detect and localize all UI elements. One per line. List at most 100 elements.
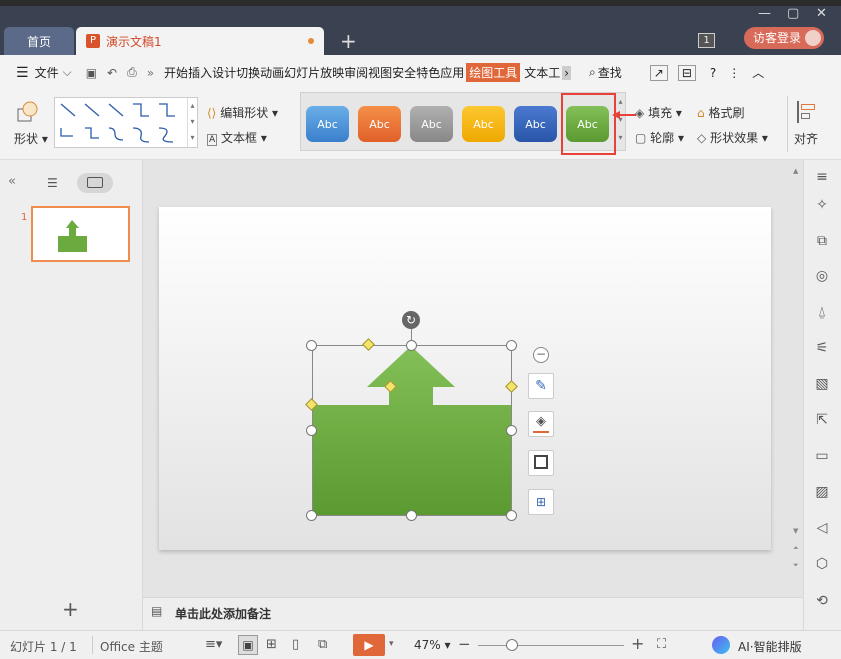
window-count-badge[interactable]: 1: [698, 33, 715, 48]
format-painter-button[interactable]: ⌂ 格式刷: [697, 104, 744, 121]
gallery-scroll-icon[interactable]: ▴ ▾ ▾: [187, 98, 197, 147]
search-label[interactable]: 查找: [598, 64, 622, 81]
collapse-panel-icon[interactable]: «: [8, 174, 16, 189]
shapes-icon[interactable]: ◎: [813, 267, 831, 285]
align-button[interactable]: 对齐: [794, 130, 818, 147]
print-icon[interactable]: ⎙: [127, 65, 137, 80]
collapse-ribbon-icon[interactable]: ︿: [752, 64, 764, 81]
scroll-up-icon[interactable]: ▲: [793, 167, 802, 175]
play-options-icon[interactable]: ▾: [389, 639, 394, 649]
prev-slide-icon[interactable]: ⏶: [793, 544, 799, 553]
archive-icon[interactable]: ▭: [813, 447, 831, 465]
style-dark-blue[interactable]: Abc: [514, 106, 557, 142]
fill-button[interactable]: ◈ 填充 ▾: [635, 104, 682, 121]
fit-window-icon[interactable]: ⛶: [657, 637, 666, 652]
float-fill-button[interactable]: ◈: [528, 411, 554, 437]
tab-home[interactable]: 首页: [4, 27, 74, 55]
shield-icon[interactable]: ⬡: [813, 555, 831, 573]
ai-layout-button[interactable]: AI·智能排版: [738, 638, 802, 655]
collaborate-icon[interactable]: ⊟: [677, 64, 696, 81]
text-box-button[interactable]: A 文本框 ▾: [207, 129, 267, 146]
style-blue[interactable]: Abc: [306, 106, 349, 142]
style-gray[interactable]: Abc: [410, 106, 453, 142]
scroll-down-icon[interactable]: ▼: [793, 527, 798, 535]
resize-handle-sw[interactable]: [306, 510, 317, 521]
menu-tab-slideshow[interactable]: 幻灯片放映: [284, 64, 344, 81]
zoom-in-icon[interactable]: +: [631, 634, 644, 653]
shape-button[interactable]: 形状 ▾: [14, 130, 48, 147]
audio-icon[interactable]: ◁: [813, 519, 831, 537]
zoom-slider[interactable]: [478, 639, 624, 651]
play-slideshow-icon[interactable]: ▶: [353, 634, 385, 656]
resize-handle-se[interactable]: [506, 510, 517, 521]
shapes-gallery[interactable]: ▴ ▾ ▾: [54, 97, 198, 148]
new-tab-plus-icon[interactable]: +: [340, 29, 357, 53]
style-scroll-icon[interactable]: ▴ ▾ ▾: [615, 93, 625, 150]
normal-view-icon[interactable]: ▣: [238, 635, 258, 655]
zoom-slider-thumb[interactable]: [506, 639, 518, 651]
more-quick-icon[interactable]: »: [147, 66, 154, 80]
menu-scroll-right-icon[interactable]: ›: [562, 65, 572, 80]
magic-icon[interactable]: ✧: [813, 196, 831, 214]
resize-handle-nw[interactable]: [306, 340, 317, 351]
zoom-out-icon[interactable]: −: [458, 635, 471, 653]
menu-tab-insert[interactable]: 插入: [188, 64, 212, 81]
menu-tab-view[interactable]: 视图: [368, 64, 392, 81]
menu-tab-features[interactable]: 特色应用: [416, 64, 464, 81]
reading-view-icon[interactable]: ▯: [292, 637, 299, 652]
outline-view-icon[interactable]: ☰: [47, 176, 58, 190]
resize-handle-ne[interactable]: [506, 340, 517, 351]
login-button[interactable]: 访客登录: [744, 27, 824, 49]
outline-button[interactable]: ▢ 轮廓 ▾: [635, 129, 684, 146]
menu-tab-review[interactable]: 审阅: [344, 64, 368, 81]
notes-bar[interactable]: ▤ 单击此处添加备注: [143, 597, 803, 630]
vertical-scrollbar[interactable]: ▲ ▼ ⏶ ⏷: [793, 167, 802, 627]
menu-file[interactable]: 文件: [35, 64, 59, 81]
maximize-icon[interactable]: ▢: [787, 6, 799, 21]
menu-tab-animation[interactable]: 动画: [260, 64, 284, 81]
style-yellow[interactable]: Abc: [462, 106, 505, 142]
resize-handle-e[interactable]: [506, 425, 517, 436]
properties-icon[interactable]: ⚟: [813, 339, 831, 357]
history-icon[interactable]: ⟲: [813, 592, 831, 610]
help-icon[interactable]: ?: [710, 66, 716, 80]
slide-thumbnail[interactable]: [31, 206, 130, 262]
minimize-icon[interactable]: —: [758, 6, 771, 21]
resize-handle-n[interactable]: [406, 340, 417, 351]
shape-tool-icon[interactable]: [16, 100, 40, 124]
search-icon[interactable]: ⌕: [589, 65, 596, 80]
share-icon[interactable]: ↗: [649, 64, 668, 81]
edit-shape-button[interactable]: ⟨⟩ 编辑形状 ▾: [207, 104, 278, 121]
style-orange[interactable]: Abc: [358, 106, 401, 142]
picture-icon[interactable]: ▧: [813, 375, 831, 393]
slides-view-toggle[interactable]: [77, 173, 113, 193]
hamburger-menu-icon[interactable]: ☰: [16, 65, 29, 81]
float-style-button[interactable]: ✎: [528, 373, 554, 399]
chevron-down-icon[interactable]: ⌵: [63, 65, 72, 80]
collapse-float-icon[interactable]: −: [533, 347, 549, 363]
float-outline-button[interactable]: [528, 450, 554, 476]
notes-toggle-icon[interactable]: ≡▾: [205, 637, 222, 652]
menu-tab-home[interactable]: 开始: [164, 64, 188, 81]
menu-tab-transition[interactable]: 切换: [236, 64, 260, 81]
float-more-button[interactable]: ⊞: [528, 489, 554, 515]
save-icon[interactable]: ▣: [86, 66, 97, 80]
presenter-view-icon[interactable]: ⧉: [318, 637, 327, 652]
resize-handle-s[interactable]: [406, 510, 417, 521]
layout-icon[interactable]: ⧉: [813, 232, 831, 250]
rotate-handle-icon[interactable]: ↻: [402, 311, 420, 329]
close-icon[interactable]: ✕: [816, 6, 827, 21]
export-icon[interactable]: ⇱: [813, 411, 831, 429]
tab-document[interactable]: P 演示文稿1: [76, 27, 324, 55]
menu-tab-text-tools[interactable]: 文本工: [524, 64, 560, 81]
zoom-level[interactable]: 47% ▾: [414, 638, 451, 652]
more-icon[interactable]: ⋮: [728, 66, 740, 80]
menu-tab-security[interactable]: 安全: [392, 64, 416, 81]
undo-icon[interactable]: ↶: [107, 66, 117, 80]
resize-handle-w[interactable]: [306, 425, 317, 436]
image-icon[interactable]: ▨: [813, 483, 831, 501]
next-slide-icon[interactable]: ⏷: [793, 561, 799, 570]
menu-tab-design[interactable]: 设计: [212, 64, 236, 81]
sorter-view-icon[interactable]: ⊞: [266, 637, 277, 652]
menu-tab-drawing-tools[interactable]: 绘图工具: [466, 63, 521, 82]
